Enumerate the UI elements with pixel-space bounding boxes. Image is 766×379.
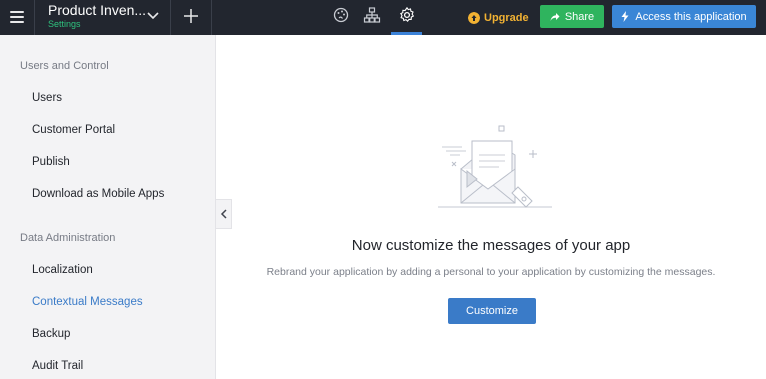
sidebar-item-backup[interactable]: Backup [32, 328, 70, 340]
sidebar-item-localization[interactable]: Localization [32, 264, 93, 276]
sitemap-icon[interactable] [363, 6, 381, 24]
section-heading: Users and Control [20, 60, 109, 72]
top-bar: Product Inven... Settings Upgrade Share … [0, 0, 766, 35]
sidebar-item-contextual-messages[interactable]: Contextual Messages [32, 296, 143, 308]
upgrade-icon [468, 12, 480, 24]
divider [211, 0, 212, 35]
app-title[interactable]: Product Inven... [48, 2, 146, 18]
tab-settings[interactable] [391, 0, 422, 35]
page-title: Now customize the messages of your app [351, 237, 631, 254]
upgrade-button[interactable]: Upgrade [468, 10, 529, 26]
chevron-left-icon [220, 209, 227, 219]
page-description: Rebrand your application by adding a per… [266, 266, 716, 278]
sidebar-item-download-mobile-apps[interactable]: Download as Mobile Apps [32, 188, 164, 200]
upgrade-label: Upgrade [484, 12, 529, 24]
active-tab-indicator [391, 32, 422, 35]
app-subtitle: Settings [48, 19, 81, 29]
share-label: Share [564, 10, 595, 23]
access-label: Access this application [635, 10, 747, 23]
menu-icon[interactable] [10, 11, 24, 23]
lightning-icon [621, 11, 629, 22]
divider [34, 0, 35, 35]
palette-icon[interactable] [332, 6, 350, 24]
sidebar-item-publish[interactable]: Publish [32, 156, 70, 168]
divider [170, 0, 171, 35]
sidebar-item-users[interactable]: Users [32, 92, 62, 104]
access-application-button[interactable]: Access this application [612, 5, 756, 28]
envelope-illustration [438, 125, 552, 208]
settings-sidebar: Users and Control Users Customer Portal … [0, 35, 216, 379]
share-button[interactable]: Share [540, 5, 604, 28]
add-icon[interactable] [181, 6, 201, 26]
sidebar-item-customer-portal[interactable]: Customer Portal [32, 124, 115, 136]
chevron-down-icon[interactable] [146, 9, 160, 23]
section-heading: Data Administration [20, 232, 116, 244]
sidebar-item-audit-trail[interactable]: Audit Trail [32, 360, 83, 372]
collapse-sidebar-button[interactable] [216, 199, 232, 229]
customize-button[interactable]: Customize [448, 298, 536, 324]
share-icon [550, 12, 560, 21]
gear-icon [400, 6, 415, 23]
